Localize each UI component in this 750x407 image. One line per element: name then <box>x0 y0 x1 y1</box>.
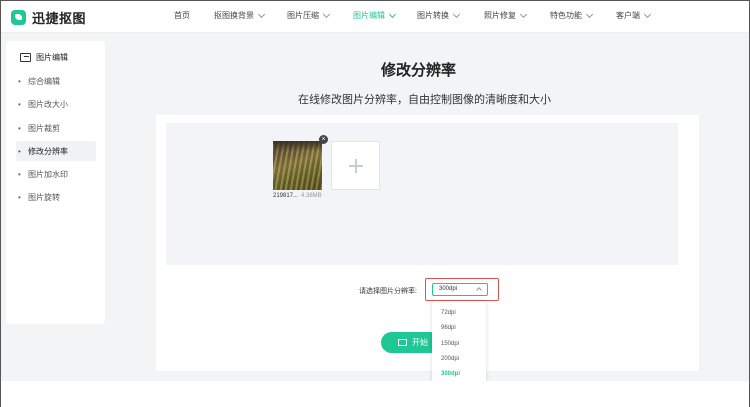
nav-item-5[interactable]: 照片修复 <box>484 10 528 21</box>
nav-item-1[interactable]: 抠图换背景 <box>214 10 266 21</box>
chevron-down-icon <box>322 10 331 18</box>
nav-item-label: 图片编辑 <box>353 11 385 20</box>
nav-item-label: 客户端 <box>616 11 640 20</box>
page-subtitle: 在线修改图片分辨率，自由控制图像的清晰度和大小 <box>298 94 551 106</box>
chevron-up-icon <box>476 287 482 293</box>
image-edit-icon <box>20 53 31 62</box>
dropdown-option[interactable]: 72dpi <box>432 306 486 321</box>
resolution-select[interactable]: 300dpi <box>432 283 488 296</box>
top-navbar: 迅捷抠图 首页 抠图换背景 图片压缩 图片编辑 图片转换 照片修复 特色功能 客户端 <box>1 1 749 33</box>
sidebar-item-3[interactable]: 修改分辨率 <box>16 141 96 161</box>
start-button-label: 开始 <box>412 338 428 347</box>
nav-item-0[interactable]: 首页 <box>174 10 190 21</box>
sidebar-heading: 图片编辑 <box>20 52 68 63</box>
add-image-button[interactable] <box>331 141 380 190</box>
nav-item-label: 首页 <box>174 11 190 20</box>
nav-item-label: 图片压缩 <box>287 11 319 20</box>
sidebar-item-4[interactable]: 图片加水印 <box>16 164 96 184</box>
sidebar-item-5[interactable]: 图片旋转 <box>16 187 96 207</box>
logo-text: 迅捷抠图 <box>32 11 87 26</box>
start-icon <box>398 339 407 346</box>
footer-strip <box>1 381 749 407</box>
sidebar: 图片编辑 综合编辑图片改大小图片裁剪修改分辨率图片加水印图片旋转 <box>6 41 105 324</box>
remove-image-icon[interactable]: × <box>319 135 328 144</box>
chevron-down-icon <box>643 10 652 18</box>
resolution-selected-value: 300dpi <box>439 286 458 292</box>
nav-item-2[interactable]: 图片压缩 <box>287 10 331 21</box>
sidebar-item-1[interactable]: 图片改大小 <box>16 94 96 114</box>
chevron-down-icon <box>452 10 461 18</box>
nav-item-4[interactable]: 图片转换 <box>417 10 461 21</box>
sidebar-item-0[interactable]: 综合编辑 <box>16 71 96 91</box>
nav-item-6[interactable]: 特色功能 <box>550 10 594 21</box>
dropdown-option[interactable]: 300dpi <box>432 367 486 382</box>
nav-item-label: 照片修复 <box>484 11 516 20</box>
chevron-down-icon <box>388 10 397 18</box>
sidebar-heading-label: 图片编辑 <box>36 53 68 62</box>
nav-item-label: 特色功能 <box>550 11 582 20</box>
chevron-down-icon <box>257 10 266 18</box>
logo-icon <box>11 10 26 25</box>
dropdown-option[interactable]: 150dpi <box>432 337 486 352</box>
nav-item-3[interactable]: 图片编辑 <box>353 10 397 21</box>
dropdown-option[interactable]: 96dpi <box>432 321 486 336</box>
nav-item-label: 抠图换背景 <box>214 11 254 20</box>
chevron-down-icon <box>519 10 528 18</box>
dropdown-option[interactable]: 200dpi <box>432 352 486 367</box>
file-name: 219817... <box>273 193 299 199</box>
sidebar-item-2[interactable]: 图片裁剪 <box>16 118 96 138</box>
nav-item-label: 图片转换 <box>417 11 449 20</box>
logo[interactable]: 迅捷抠图 <box>11 8 86 27</box>
nav-item-7[interactable]: 客户端 <box>616 10 652 21</box>
resolution-label: 请选择图片分辨率: <box>359 288 417 295</box>
chevron-down-icon <box>585 10 594 18</box>
upload-area[interactable] <box>166 123 678 265</box>
file-size: 4.38MB <box>301 193 322 199</box>
page-title: 修改分辨率 <box>381 62 457 79</box>
uploaded-image-thumbnail[interactable] <box>273 141 322 190</box>
